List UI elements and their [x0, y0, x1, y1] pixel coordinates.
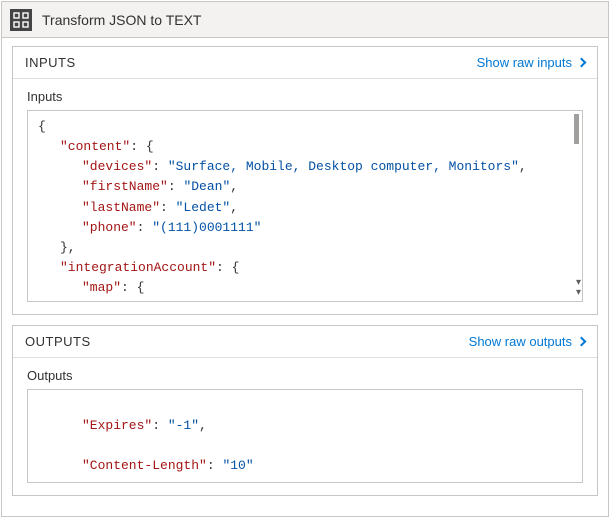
inputs-section-title: INPUTS — [25, 55, 76, 70]
content-area: INPUTS Show raw inputs Inputs ▾▾ { "cont… — [2, 38, 608, 516]
chevron-right-icon — [577, 58, 587, 68]
outputs-body: Outputs "Expires": "-1", "Content-Length… — [13, 358, 597, 495]
titlebar: Transform JSON to TEXT — [2, 2, 608, 38]
action-panel: Transform JSON to TEXT INPUTS Show raw i… — [1, 1, 609, 517]
show-raw-outputs-link[interactable]: Show raw outputs — [469, 334, 585, 349]
show-raw-inputs-label: Show raw inputs — [477, 55, 572, 70]
inputs-code-box: ▾▾ { "content": { "devices": "Surface, M… — [27, 110, 583, 302]
inputs-header: INPUTS Show raw inputs — [13, 47, 597, 79]
show-raw-outputs-label: Show raw outputs — [469, 334, 572, 349]
outputs-code[interactable]: "Expires": "-1", "Content-Length": "10" … — [28, 390, 582, 482]
outputs-card: OUTPUTS Show raw outputs Outputs "Expire… — [12, 325, 598, 496]
chevron-right-icon — [577, 337, 587, 347]
action-title: Transform JSON to TEXT — [42, 12, 201, 28]
scrollbar-thumb[interactable] — [574, 114, 579, 144]
outputs-sublabel: Outputs — [27, 368, 583, 383]
outputs-code-box: "Expires": "-1", "Content-Length": "10" … — [27, 389, 583, 483]
inputs-body: Inputs ▾▾ { "content": { "devices": "Sur… — [13, 79, 597, 314]
inputs-sublabel: Inputs — [27, 89, 583, 104]
transform-icon — [10, 9, 32, 31]
inputs-card: INPUTS Show raw inputs Inputs ▾▾ { "cont… — [12, 46, 598, 315]
outputs-section-title: OUTPUTS — [25, 334, 91, 349]
outputs-header: OUTPUTS Show raw outputs — [13, 326, 597, 358]
scroll-down-icon[interactable]: ▾▾ — [576, 279, 581, 299]
show-raw-inputs-link[interactable]: Show raw inputs — [477, 55, 585, 70]
inputs-code[interactable]: { "content": { "devices": "Surface, Mobi… — [28, 111, 582, 301]
